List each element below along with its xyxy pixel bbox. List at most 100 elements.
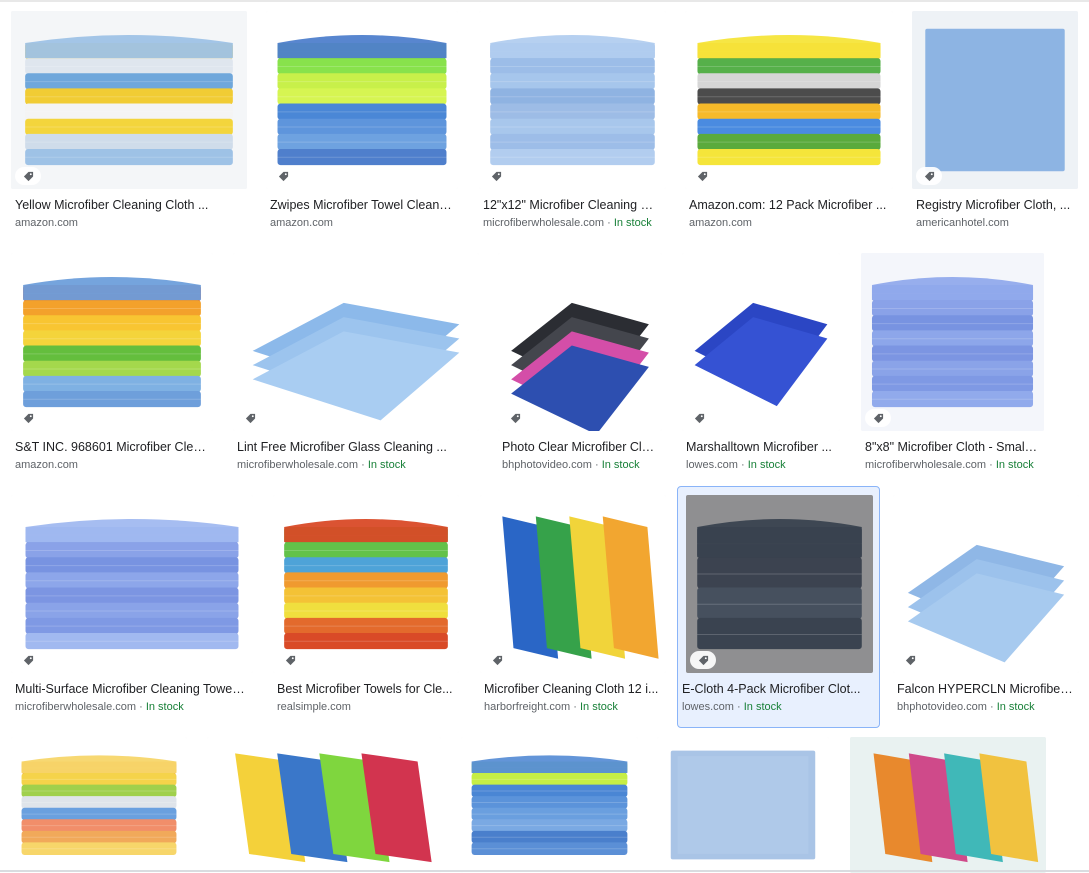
result-thumbnail[interactable]	[850, 737, 1046, 873]
result-title[interactable]: S&T INC. 968601 Microfiber Clea...	[15, 439, 207, 455]
image-result-card[interactable]	[656, 736, 829, 873]
source-domain: microfiberwholesale.com	[237, 459, 359, 471]
source-domain: harborfreight.com	[484, 701, 571, 713]
image-result-card[interactable]: Marshalltown Microfiber ... lowes.com · I…	[681, 252, 840, 478]
meta-separator: ·	[136, 701, 146, 713]
result-title[interactable]: Photo Clear Microfiber Clo...	[502, 439, 656, 455]
result-title[interactable]: E-Cloth 4-Pack Microfiber Clot...	[682, 681, 875, 697]
result-thumbnail[interactable]	[461, 737, 638, 873]
result-thumbnail[interactable]	[682, 253, 840, 431]
price-tag-icon	[15, 409, 41, 427]
meta-separator: ·	[570, 701, 580, 713]
stock-status: In stock	[747, 459, 786, 471]
product-image	[686, 495, 873, 673]
result-source: amazon.com	[15, 216, 241, 230]
product-image	[850, 737, 1046, 873]
image-result-card[interactable]: Microfiber Cleaning Cloth 12 i... harborf…	[479, 494, 666, 720]
result-thumbnail[interactable]	[233, 253, 479, 431]
image-result-card[interactable]: 12"x12" Microfiber Cleaning Cl... microfi…	[478, 10, 666, 236]
result-title[interactable]: Best Microfiber Towels for Cle...	[277, 681, 453, 697]
image-result-card[interactable]: Best Microfiber Towels for Cle... realsim…	[272, 494, 459, 720]
result-source: americanhotel.com	[916, 216, 1072, 230]
meta-separator: ·	[986, 459, 996, 471]
result-title[interactable]: Marshalltown Microfiber ...	[686, 439, 834, 455]
image-result-card[interactable]: E-Cloth 4-Pack Microfiber Clot... lowes.c…	[677, 486, 880, 728]
result-thumbnail[interactable]	[685, 11, 893, 189]
result-thumbnail[interactable]	[498, 253, 662, 431]
product-image	[893, 495, 1079, 673]
result-title[interactable]: Falcon HYPERCLN Microfiber ...	[897, 681, 1073, 697]
image-result-card[interactable]: Photo Clear Microfiber Clo... bhphotovide…	[497, 252, 662, 478]
result-source: lowes.com · In stock	[682, 700, 875, 714]
result-thumbnail[interactable]	[207, 737, 441, 873]
result-title[interactable]: Multi-Surface Microfiber Cleaning Towel …	[15, 681, 247, 697]
price-tag-icon	[686, 409, 712, 427]
result-thumbnail[interactable]	[480, 495, 666, 673]
result-title[interactable]: Yellow Microfiber Cleaning Cloth ...	[15, 197, 241, 213]
result-title[interactable]: Zwipes Microfiber Towel Cleani...	[270, 197, 452, 213]
product-image	[682, 253, 840, 431]
image-result-card[interactable]	[10, 736, 187, 873]
price-tag-icon	[15, 651, 41, 669]
stock-status: In stock	[613, 217, 652, 229]
source-domain: amazon.com	[15, 459, 78, 471]
result-title[interactable]: Registry Microfiber Cloth, ...	[916, 197, 1072, 213]
product-image	[480, 495, 666, 673]
source-domain: bhphotovideo.com	[502, 459, 592, 471]
result-thumbnail[interactable]	[893, 495, 1079, 673]
image-result-card[interactable]: S&T INC. 968601 Microfiber Clea... amazon…	[10, 252, 213, 478]
image-result-card[interactable]: Yellow Microfiber Cleaning Cloth ... amaz…	[10, 10, 247, 236]
result-thumbnail[interactable]	[479, 11, 666, 189]
image-result-card[interactable]: Zwipes Microfiber Towel Cleani... amazon.…	[265, 10, 458, 236]
result-thumbnail[interactable]	[266, 11, 458, 189]
result-thumbnail[interactable]	[273, 495, 459, 673]
image-result-card[interactable]: Lint Free Microfiber Glass Cleaning ... m…	[232, 252, 479, 478]
image-result-card[interactable]: Registry Microfiber Cloth, ... americanho…	[911, 10, 1078, 236]
product-image	[11, 11, 247, 189]
image-result-card[interactable]: Falcon HYPERCLN Microfiber ... bhphotovid…	[892, 494, 1079, 720]
result-title[interactable]: Lint Free Microfiber Glass Cleaning ...	[237, 439, 473, 455]
price-tag-icon	[690, 651, 716, 669]
result-title[interactable]: Amazon.com: 12 Pack Microfiber ...	[689, 197, 887, 213]
image-result-card[interactable]	[206, 736, 441, 873]
source-domain: microfiberwholesale.com	[865, 459, 987, 471]
image-result-card[interactable]	[460, 736, 638, 873]
source-domain: lowes.com	[686, 459, 738, 471]
result-title[interactable]: 8"x8" Microfiber Cloth - Small ...	[865, 439, 1038, 455]
image-result-card[interactable]: Multi-Surface Microfiber Cleaning Towel …	[10, 494, 253, 720]
result-thumbnail[interactable]	[657, 737, 829, 873]
stock-status: In stock	[580, 701, 618, 713]
result-thumbnail[interactable]	[11, 737, 187, 873]
price-tag-icon	[237, 409, 263, 427]
stock-status: In stock	[145, 701, 184, 713]
result-thumbnail[interactable]	[11, 495, 253, 673]
result-title[interactable]: 12"x12" Microfiber Cleaning Cl...	[483, 197, 660, 213]
image-result-card[interactable]	[849, 736, 1046, 873]
result-thumbnail[interactable]	[11, 253, 213, 431]
result-source: bhphotovideo.com · In stock	[897, 700, 1073, 714]
product-image	[11, 495, 253, 673]
image-result-card[interactable]: Amazon.com: 12 Pack Microfiber ... amazon…	[684, 10, 893, 236]
top-divider	[0, 0, 1089, 2]
source-domain: microfiberwholesale.com	[15, 701, 137, 713]
result-thumbnail[interactable]	[912, 11, 1078, 189]
stock-status: In stock	[996, 701, 1035, 713]
stock-status: In stock	[367, 459, 406, 471]
result-source: amazon.com	[689, 216, 887, 230]
source-domain: lowes.com	[682, 701, 734, 713]
result-title[interactable]: Microfiber Cleaning Cloth 12 i...	[484, 681, 660, 697]
image-result-card[interactable]: 8"x8" Microfiber Cloth - Small ... microf…	[860, 252, 1044, 478]
source-domain: realsimple.com	[277, 701, 351, 713]
product-image	[11, 253, 213, 431]
result-thumbnail[interactable]	[11, 11, 247, 189]
product-image	[861, 253, 1044, 431]
result-thumbnail[interactable]	[861, 253, 1044, 431]
result-source: microfiberwholesale.com · In stock	[483, 216, 660, 230]
product-image	[273, 495, 459, 673]
result-thumbnail[interactable]	[686, 495, 873, 673]
source-domain: amazon.com	[270, 217, 333, 229]
source-domain: amazon.com	[15, 217, 78, 229]
price-tag-icon	[502, 409, 528, 427]
result-source: amazon.com	[270, 216, 452, 230]
source-domain: amazon.com	[689, 217, 752, 229]
